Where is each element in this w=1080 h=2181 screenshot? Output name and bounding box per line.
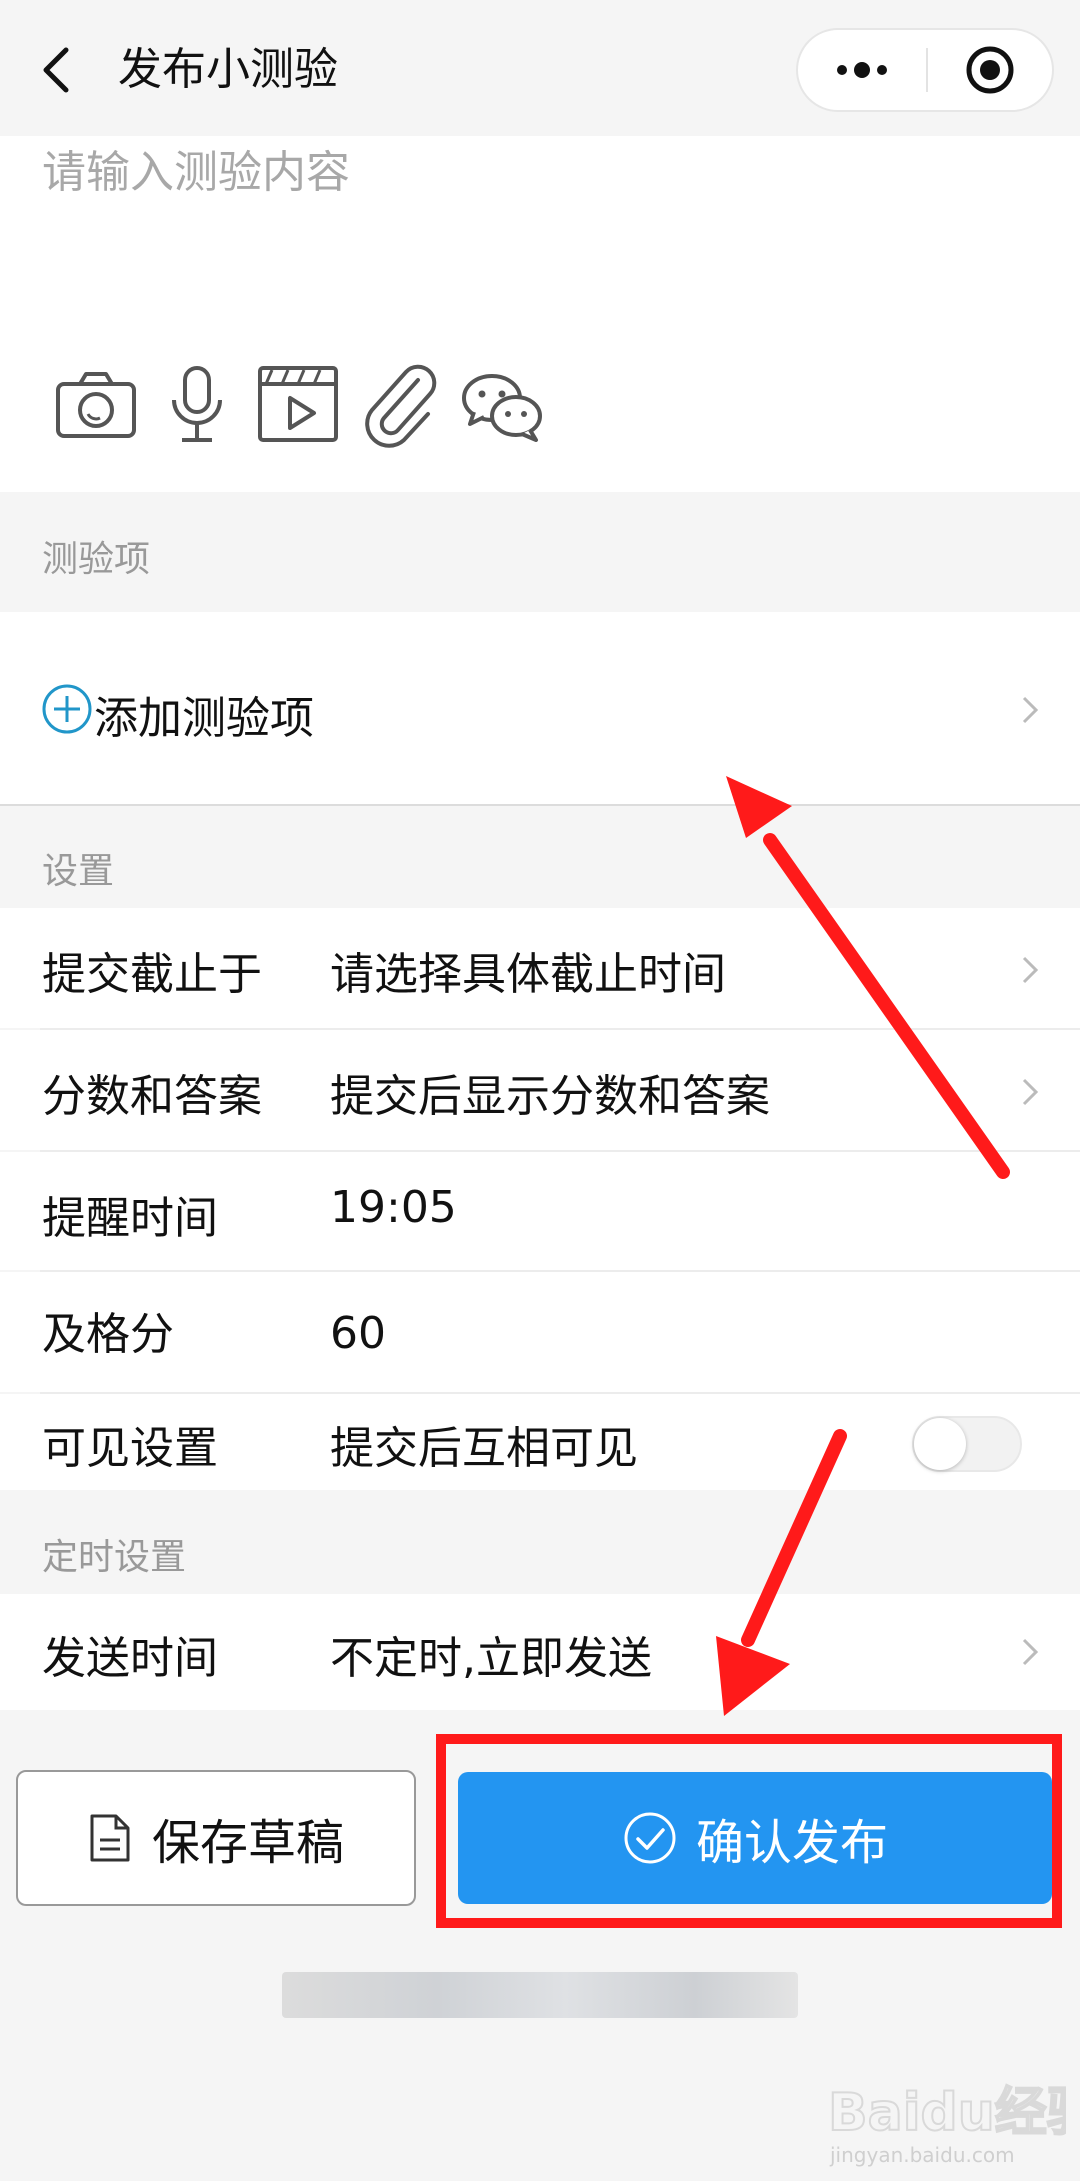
- arrow-annotation-lower: [716, 1429, 847, 1716]
- watermark-text: Baidu经验: [828, 2083, 1066, 2143]
- baidu-watermark: Baidu经验 jingyan.baidu.com: [827, 2082, 1066, 2167]
- annotation-arrows: [716, 776, 1010, 1716]
- arrow-annotation-upper: [726, 776, 1010, 1179]
- blurred-text: [282, 1972, 798, 2018]
- watermark-sub: jingyan.baidu.com: [829, 2143, 1015, 2167]
